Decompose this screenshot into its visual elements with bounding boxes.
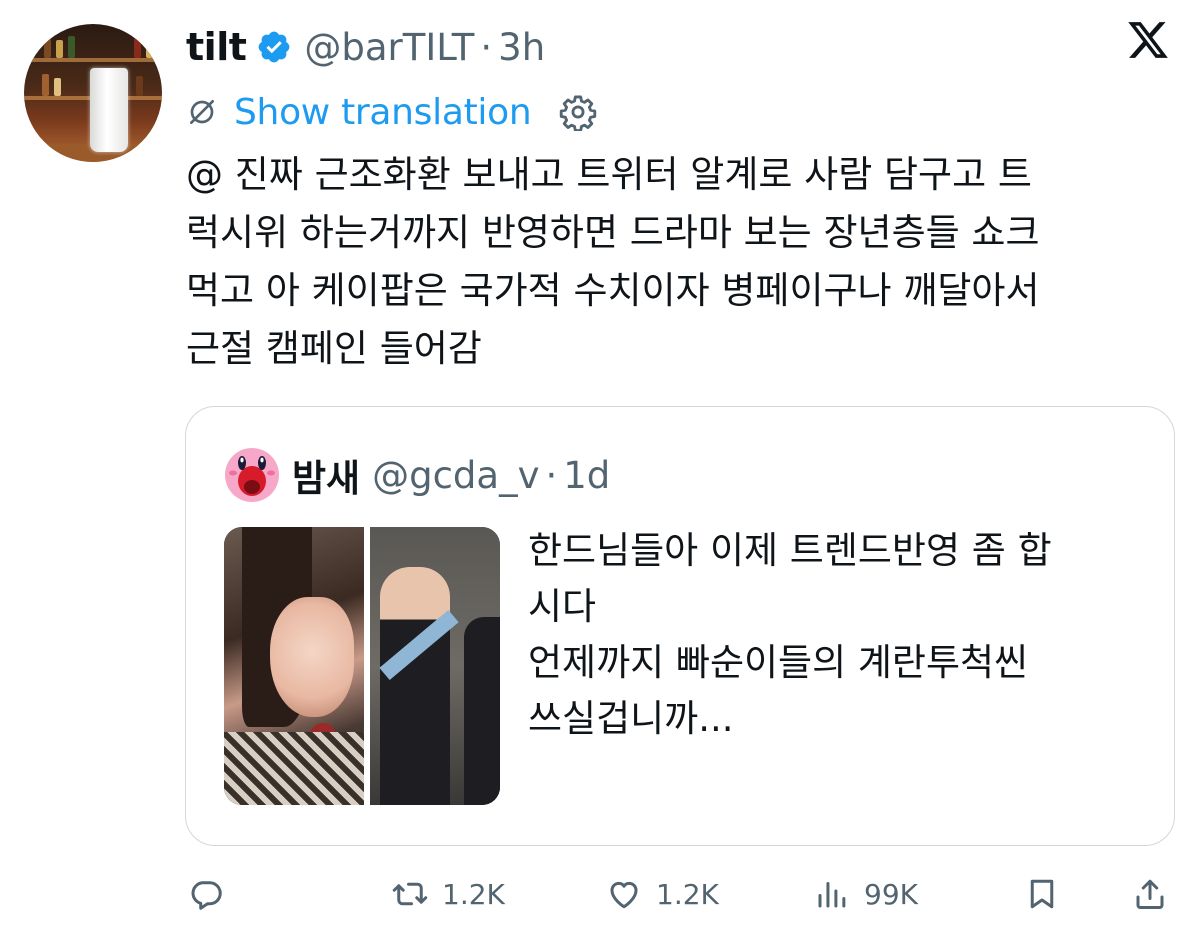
tweet-header: tilt @barTILT · 3h bbox=[186, 22, 545, 72]
views-icon bbox=[818, 882, 846, 908]
like-button[interactable]: 1.2K bbox=[606, 866, 719, 922]
author-display-name[interactable]: tilt bbox=[186, 25, 247, 69]
tweet-timestamp[interactable]: 3h bbox=[498, 26, 545, 69]
share-icon bbox=[1136, 879, 1164, 909]
quoted-tweet-card[interactable]: 밤새 @gcda_v · 1d 한드님들아 이제 트렌드반영 좀 합 시다 언제… bbox=[185, 406, 1175, 846]
views-button[interactable]: 99K bbox=[814, 866, 918, 922]
like-count: 1.2K bbox=[656, 877, 719, 911]
bookmark-button[interactable] bbox=[1024, 866, 1060, 922]
author-handle[interactable]: @barTILT bbox=[304, 26, 474, 69]
retweet-button[interactable]: 1.2K bbox=[392, 866, 505, 922]
author-avatar[interactable] bbox=[24, 24, 162, 162]
quoted-tweet-text: 한드님들아 이제 트렌드반영 좀 합 시다 언제까지 빠순이들의 계란투척씬 쓰… bbox=[528, 529, 1052, 740]
tweet-text: @ 진짜 근조화환 보내고 트위터 알계로 사람 담구고 트 럭시위 하는거까지… bbox=[186, 153, 1040, 370]
show-translation-link[interactable]: Show translation bbox=[234, 92, 532, 133]
quoted-author-display-name[interactable]: 밤새 bbox=[292, 448, 360, 502]
retweet-count: 1.2K bbox=[442, 877, 505, 911]
quoted-tweet-timestamp[interactable]: 1d bbox=[563, 454, 610, 497]
quoted-author-avatar[interactable] bbox=[224, 447, 280, 503]
quoted-author-handle[interactable]: @gcda_v bbox=[372, 454, 539, 497]
reply-button[interactable] bbox=[188, 866, 238, 922]
tweet-action-bar: 1.2K 1.2K 99K bbox=[186, 866, 1176, 922]
quoted-tweet-header: 밤새 @gcda_v · 1d bbox=[224, 447, 610, 503]
separator-dot: · bbox=[480, 25, 493, 69]
share-button[interactable] bbox=[1132, 866, 1168, 922]
quoted-tweet-image[interactable] bbox=[224, 527, 500, 805]
translate-icon bbox=[190, 100, 214, 124]
views-count: 99K bbox=[864, 877, 918, 911]
like-icon bbox=[610, 881, 638, 909]
bookmark-icon bbox=[1030, 879, 1054, 909]
x-logo-icon[interactable] bbox=[1126, 18, 1170, 62]
translation-row: Show translation bbox=[186, 88, 597, 136]
separator-dot: · bbox=[545, 453, 558, 497]
gear-icon[interactable] bbox=[559, 93, 597, 131]
verified-badge-icon[interactable] bbox=[256, 29, 292, 65]
retweet-icon bbox=[392, 882, 428, 906]
reply-icon bbox=[191, 881, 222, 910]
